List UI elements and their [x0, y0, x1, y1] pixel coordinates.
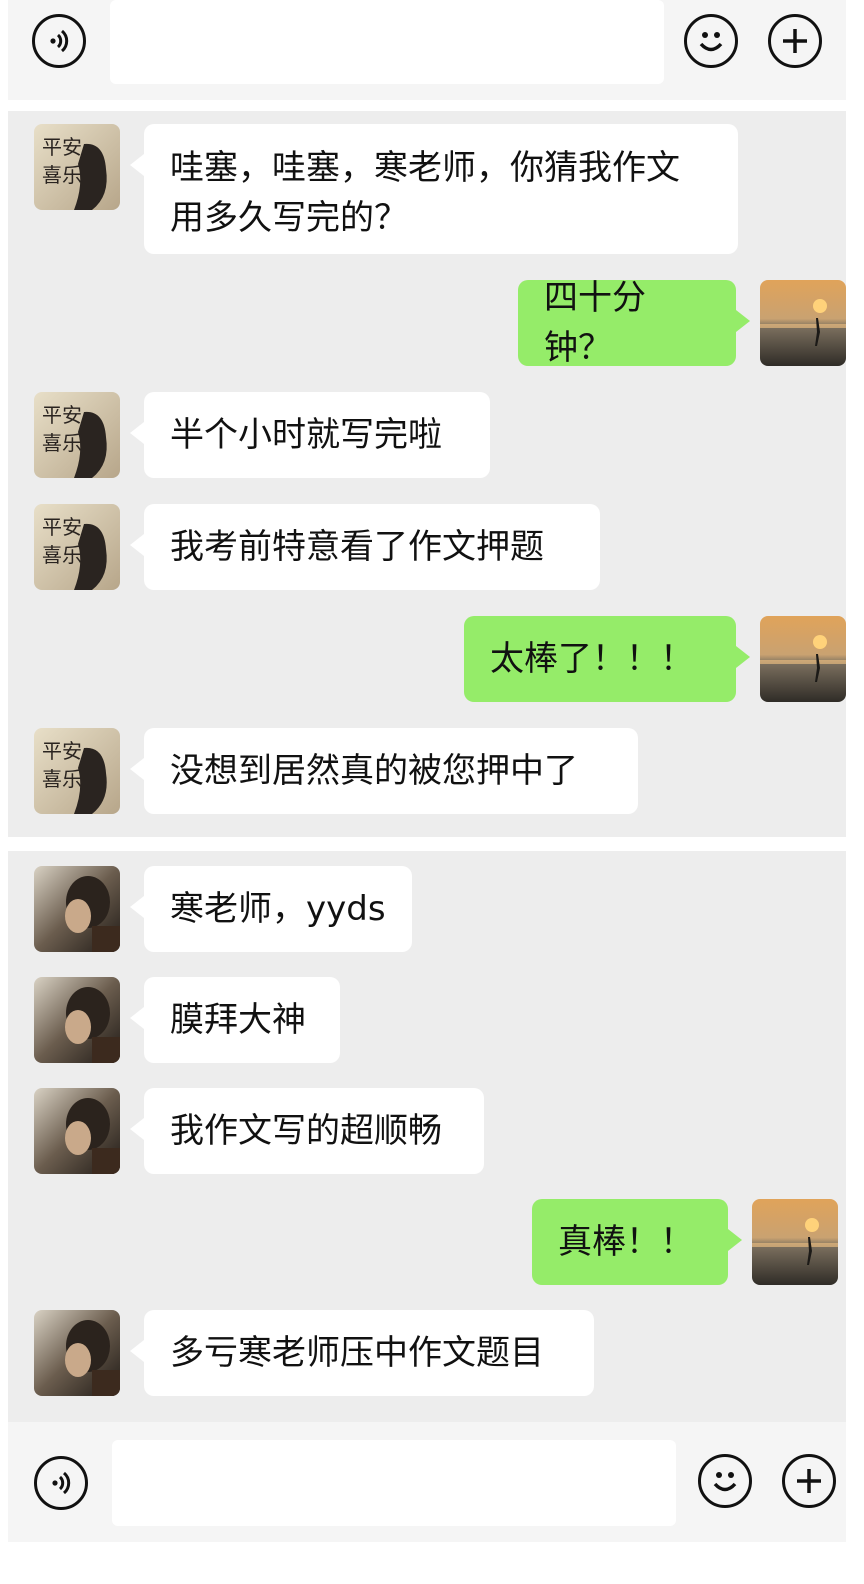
voice-icon — [50, 29, 69, 53]
svg-text:喜乐: 喜乐 — [42, 163, 82, 187]
message-bubble-incoming[interactable]: 我考前特意看了作文押题 — [130, 504, 600, 590]
emoji-icon — [713, 1472, 737, 1492]
emoji-button[interactable] — [684, 14, 738, 68]
message-input[interactable] — [110, 0, 664, 84]
message-bubble-outgoing[interactable]: 太棒了！！！ — [464, 616, 750, 702]
voice-button[interactable] — [32, 14, 86, 68]
emoji-button[interactable] — [698, 1454, 752, 1508]
message-bubble-incoming[interactable]: 我作文写的超顺畅 — [130, 1088, 484, 1174]
message-bubble-outgoing[interactable]: 四十分钟？ — [518, 278, 750, 368]
avatar-calligraphy[interactable]: 平安 喜乐 — [34, 392, 120, 478]
message-bubble-outgoing[interactable]: 真棒！！ — [532, 1199, 742, 1285]
svg-text:平安: 平安 — [42, 515, 82, 539]
message-input[interactable] — [112, 1440, 676, 1526]
avatar-sunset[interactable] — [760, 280, 846, 366]
avatar-sunset[interactable] — [760, 616, 846, 702]
avatar-calligraphy[interactable]: 平安 喜乐 — [34, 504, 120, 590]
message-bubble-incoming[interactable]: 没想到居然真的被您押中了 — [130, 728, 638, 814]
plus-icon — [783, 29, 807, 53]
message-bubble-incoming[interactable]: 寒老师，yyds — [130, 866, 412, 952]
bottom-input-bar — [8, 1422, 846, 1542]
svg-text:平安: 平安 — [42, 739, 82, 763]
message-bubble-incoming[interactable]: 多亏寒老师压中作文题目 — [130, 1310, 594, 1396]
voice-button[interactable] — [34, 1456, 88, 1510]
message-bubble-incoming[interactable]: 哇塞，哇塞，寒老师，你猜我作文 用多久写完的？ — [130, 124, 738, 254]
top-input-bar — [8, 0, 846, 100]
svg-text:喜乐: 喜乐 — [42, 767, 82, 791]
svg-text:平安: 平安 — [42, 403, 82, 427]
svg-text:喜乐: 喜乐 — [42, 543, 82, 567]
avatar-portrait[interactable] — [34, 866, 120, 952]
avatar-portrait[interactable] — [34, 1088, 120, 1174]
plus-button[interactable] — [768, 14, 822, 68]
svg-text:平安: 平安 — [42, 135, 82, 159]
avatar-sunset[interactable] — [752, 1199, 838, 1285]
avatar-portrait[interactable] — [34, 1310, 120, 1396]
avatar-portrait[interactable] — [34, 977, 120, 1063]
message-bubble-incoming[interactable]: 膜拜大神 — [130, 977, 340, 1063]
avatar-calligraphy[interactable]: 平安 喜乐 — [34, 124, 120, 210]
message-bubble-incoming[interactable]: 半个小时就写完啦 — [130, 392, 490, 478]
voice-icon — [52, 1471, 71, 1495]
plus-icon — [797, 1469, 821, 1493]
svg-text:喜乐: 喜乐 — [42, 431, 82, 455]
emoji-icon — [699, 32, 723, 52]
avatar-calligraphy[interactable]: 平安 喜乐 — [34, 728, 120, 814]
plus-button[interactable] — [782, 1454, 836, 1508]
